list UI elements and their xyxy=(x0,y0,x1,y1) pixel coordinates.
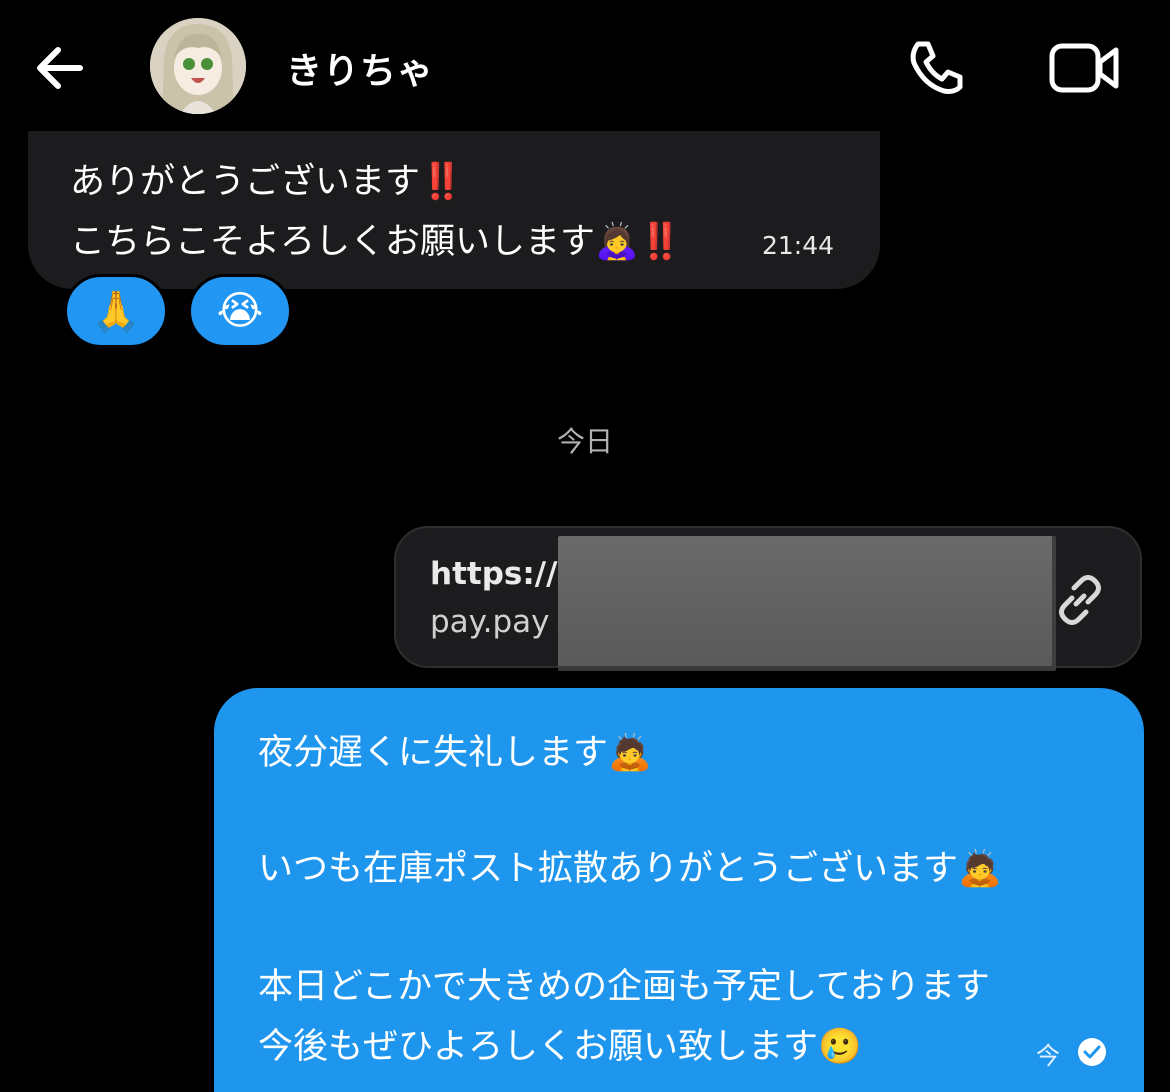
redaction-overlay xyxy=(558,536,1056,671)
message-text: 本日どこかで大きめの企画も予定しております xyxy=(258,967,990,1007)
reaction-pray[interactable]: 🙏 xyxy=(64,274,168,348)
outgoing-message-bubble[interactable]: 夜分遅くに失礼します🙇 いつも在庫ポスト拡散ありがとうございます🙇 本日どこかで… xyxy=(214,688,1144,1092)
phone-icon[interactable] xyxy=(904,36,968,100)
reaction-crying[interactable]: 😭 xyxy=(188,274,292,348)
chat-header: きりちゃ xyxy=(0,0,1170,130)
link-url[interactable]: https:// xyxy=(430,556,557,592)
video-camera-icon[interactable] xyxy=(1048,40,1122,96)
link-message-bubble[interactable]: https:// pay.pay xyxy=(394,526,1142,671)
link-domain[interactable]: pay.pay xyxy=(430,604,549,640)
arrow-left-icon[interactable] xyxy=(30,38,90,98)
message-text: 今後もぜひよろしくお願い致します🥲 xyxy=(258,1027,862,1067)
message-text: いつも在庫ポスト拡散ありがとうございます🙇 xyxy=(258,849,1002,889)
message-timestamp: 今 xyxy=(1036,1042,1060,1070)
message-text: こちらこそよろしくお願いします🙇‍♀️‼️ xyxy=(70,222,683,262)
check-circle-icon xyxy=(1078,1038,1106,1066)
contact-name[interactable]: きりちゃ xyxy=(286,42,434,94)
message-text: ありがとうございます‼️ xyxy=(70,162,464,202)
link-icon[interactable] xyxy=(1052,572,1108,628)
message-timestamp: 21:44 xyxy=(762,231,835,260)
incoming-message-bubble[interactable]: ありがとうございます‼️ こちらこそよろしくお願いします🙇‍♀️‼️ 21:44 xyxy=(28,131,880,289)
message-text: 夜分遅くに失礼します🙇 xyxy=(258,733,652,773)
avatar[interactable] xyxy=(150,18,246,114)
date-divider: 今日 xyxy=(556,425,613,458)
